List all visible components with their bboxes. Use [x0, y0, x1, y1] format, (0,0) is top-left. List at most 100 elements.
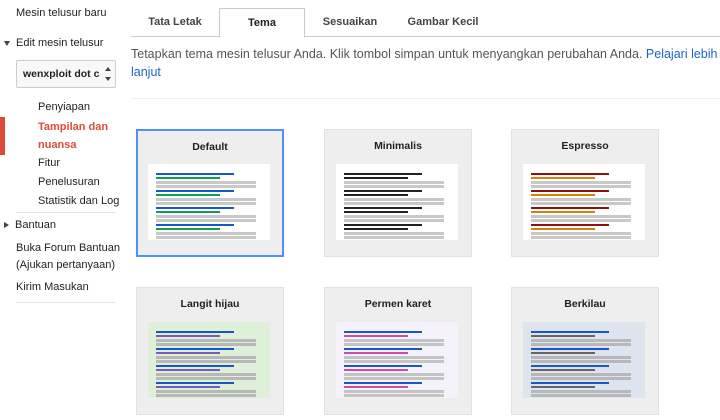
preview-title-line: [344, 207, 422, 209]
preview-snippet-line: [344, 377, 444, 380]
preview-snippet-line: [344, 360, 444, 363]
preview-url-line: [344, 177, 408, 179]
preview-snippet-line: [156, 339, 256, 342]
preview-snippet-line: [344, 215, 444, 218]
preview-url-line: [156, 177, 220, 179]
sidebar-item-setup[interactable]: Penyiapan: [38, 101, 90, 113]
preview-snippet-line: [531, 377, 631, 380]
preview-snippet-line: [344, 202, 444, 205]
preview-title-line: [344, 190, 422, 192]
help-forum-link[interactable]: Buka Forum Bantuan (Ajukan pertanyaan): [16, 240, 120, 274]
preview-snippet-line: [531, 219, 631, 222]
preview-snippet-line: [344, 356, 444, 359]
theme-card-langit-hijau[interactable]: Langit hijau: [136, 287, 284, 415]
preview-url-line: [344, 369, 408, 371]
preview-snippet-line: [344, 390, 444, 393]
preview-url-line: [156, 335, 220, 337]
preview-url-line: [344, 352, 408, 354]
new-engine-link[interactable]: Mesin telusur baru: [16, 7, 107, 19]
preview-snippet-line: [156, 360, 256, 363]
preview-snippet-line: [156, 202, 256, 205]
preview-title-line: [344, 173, 422, 175]
preview-snippet-line: [156, 390, 256, 393]
preview-url-line: [156, 194, 220, 196]
edit-engine-label: Edit mesin telusur: [16, 37, 104, 49]
preview-snippet-line: [531, 215, 631, 218]
preview-snippet-line: [344, 198, 444, 201]
tab-theme[interactable]: Tema: [219, 8, 305, 38]
theme-preview: [148, 322, 270, 398]
preview-snippet-line: [531, 356, 631, 359]
preview-snippet-line: [156, 185, 256, 188]
edit-engine-toggle[interactable]: Edit mesin telusur: [4, 37, 103, 49]
preview-url-line: [531, 211, 595, 213]
preview-snippet-line: [531, 394, 631, 397]
preview-snippet-line: [531, 202, 631, 205]
select-arrows-icon: [104, 67, 112, 81]
preview-title-line: [156, 382, 234, 384]
preview-snippet-line: [156, 198, 256, 201]
intro-text: Tetapkan tema mesin telusur Anda. Klik t…: [131, 45, 720, 81]
preview-snippet-line: [156, 232, 256, 235]
preview-snippet-line: [156, 215, 256, 218]
preview-title-line: [344, 382, 422, 384]
help-toggle[interactable]: Bantuan: [4, 219, 56, 231]
preview-snippet-line: [344, 394, 444, 397]
engine-select[interactable]: wenxploit dot c: [16, 60, 116, 88]
theme-card-title: Espresso: [561, 140, 609, 152]
tab-thumbnails[interactable]: Gambar Kecil: [397, 8, 489, 37]
sidebar-item-features[interactable]: Fitur: [38, 157, 60, 169]
preview-title-line: [156, 173, 234, 175]
sidebar-divider: [16, 302, 116, 303]
preview-snippet-line: [531, 236, 631, 239]
theme-preview: [523, 322, 645, 398]
sidebar: Mesin telusur baru Edit mesin telusur we…: [0, 0, 122, 420]
preview-snippet-line: [344, 232, 444, 235]
preview-url-line: [531, 386, 595, 388]
theme-card-title: Langit hijau: [180, 298, 240, 310]
preview-url-line: [156, 369, 220, 371]
look-and-feel-line-1: Tampilan dan: [38, 121, 109, 133]
preview-url-line: [156, 386, 220, 388]
preview-snippet-line: [531, 360, 631, 363]
preview-snippet-line: [344, 373, 444, 376]
preview-snippet-line: [156, 373, 256, 376]
theme-card-berkilau[interactable]: Berkilau: [511, 287, 659, 415]
preview-snippet-line: [531, 390, 631, 393]
forum-line-1: Buka Forum Bantuan: [16, 242, 120, 254]
send-feedback-link[interactable]: Kirim Masukan: [16, 281, 89, 293]
forum-line-2: (Ajukan pertanyaan): [16, 259, 116, 271]
preview-url-line: [531, 194, 595, 196]
tab-customize[interactable]: Sesuaikan: [307, 8, 393, 37]
theme-card-minimalis[interactable]: Minimalis: [324, 129, 472, 257]
preview-title-line: [156, 207, 234, 209]
preview-title-line: [344, 348, 422, 350]
theme-card-permen-karet[interactable]: Permen karet: [324, 287, 472, 415]
preview-title-line: [531, 382, 609, 384]
intro-sentence: Tetapkan tema mesin telusur Anda. Klik t…: [131, 47, 646, 61]
theme-card-default[interactable]: Default: [136, 129, 284, 257]
preview-title-line: [531, 348, 609, 350]
theme-card-title: Minimalis: [374, 140, 422, 152]
theme-card-title: Permen karet: [364, 298, 432, 310]
preview-snippet-line: [344, 219, 444, 222]
preview-url-line: [156, 211, 220, 213]
preview-snippet-line: [531, 181, 631, 184]
preview-url-line: [344, 211, 408, 213]
preview-snippet-line: [156, 377, 256, 380]
preview-snippet-line: [344, 185, 444, 188]
preview-snippet-line: [156, 343, 256, 346]
preview-snippet-line: [531, 232, 631, 235]
preview-title-line: [344, 365, 422, 367]
help-label: Bantuan: [15, 219, 56, 231]
tab-layout[interactable]: Tata Letak: [137, 8, 213, 37]
preview-title-line: [344, 331, 422, 333]
preview-title-line: [531, 173, 609, 175]
theme-card-espresso[interactable]: Espresso: [511, 129, 659, 257]
sidebar-item-stats[interactable]: Statistik dan Log: [38, 195, 119, 207]
preview-url-line: [531, 352, 595, 354]
sidebar-item-look-and-feel[interactable]: Tampilan dan nuansa: [38, 118, 108, 154]
sidebar-item-search[interactable]: Penelusuran: [38, 176, 100, 188]
preview-url-line: [156, 228, 220, 230]
preview-title-line: [531, 331, 609, 333]
